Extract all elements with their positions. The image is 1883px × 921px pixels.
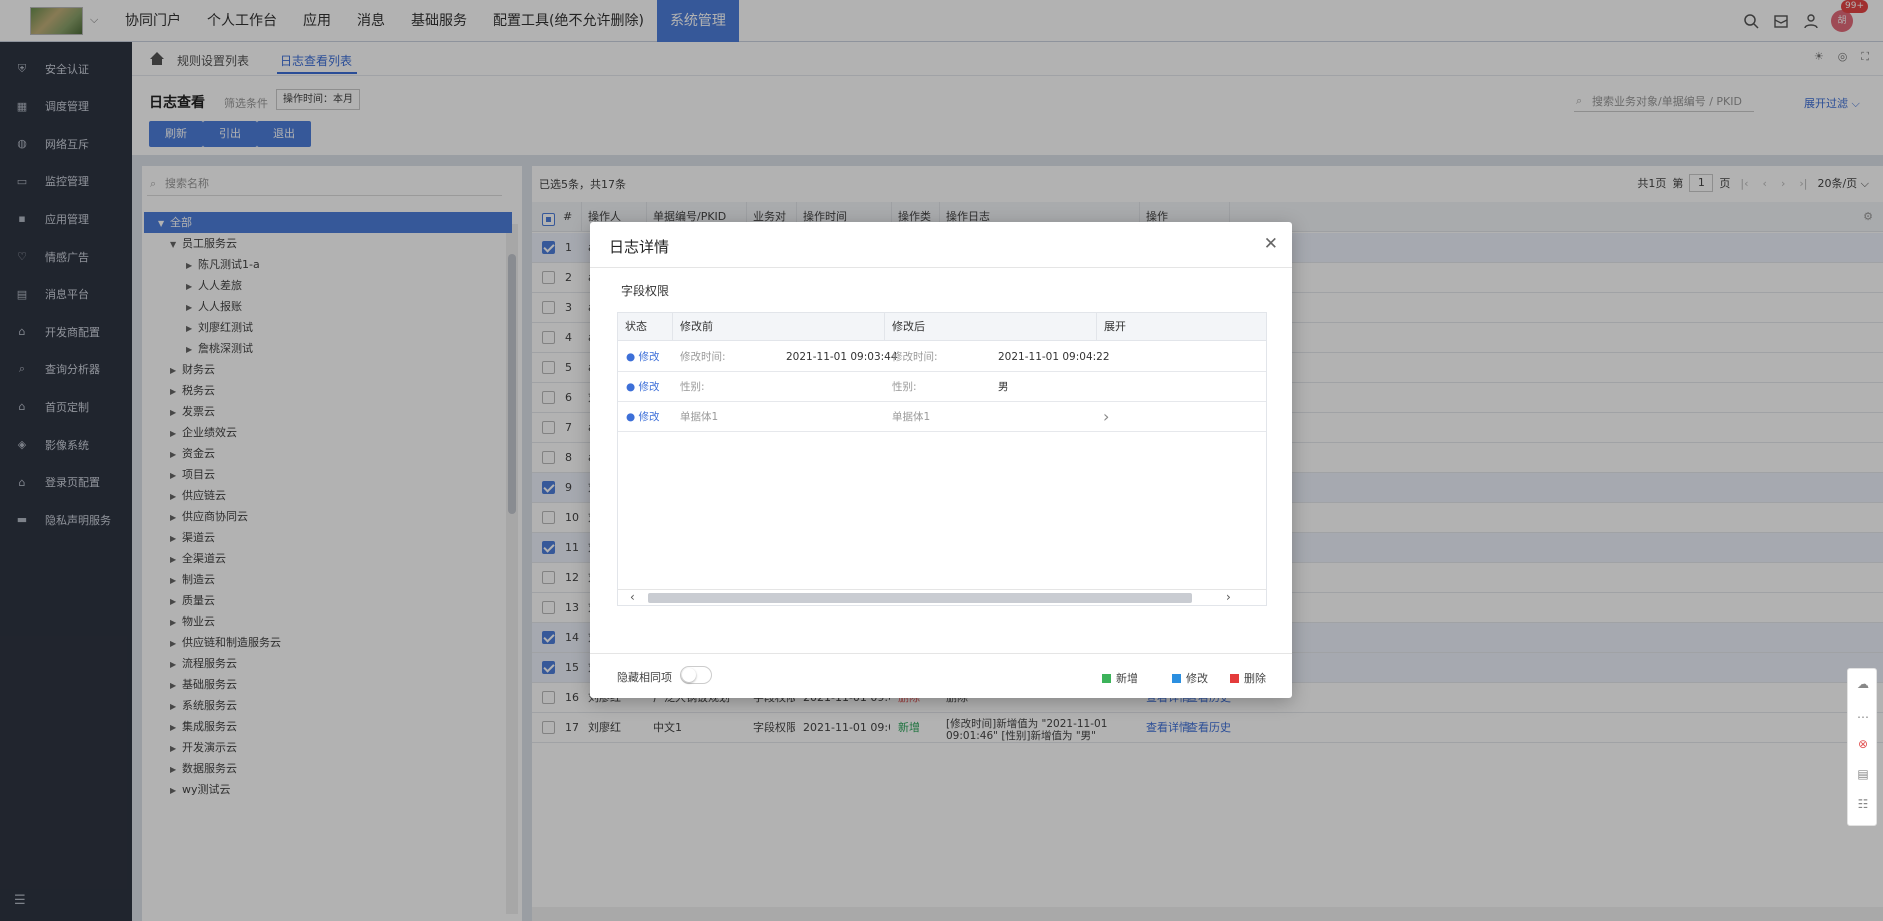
change-table-hscrollbar[interactable]: ‹ › bbox=[618, 589, 1266, 605]
before-label: 单据体1 bbox=[680, 411, 719, 423]
col-after: 修改后 bbox=[885, 313, 1097, 341]
col-expand: 展开 bbox=[1104, 320, 1126, 333]
after-value: 男 bbox=[998, 381, 1009, 393]
scroll-left-icon[interactable]: ‹ bbox=[630, 590, 635, 604]
hide-same-label: 隐藏相同项 bbox=[617, 671, 672, 684]
after-label: 修改时间: bbox=[892, 351, 938, 363]
change-status-label: 修改 bbox=[638, 381, 660, 393]
legend-item: 删除 bbox=[1230, 670, 1266, 686]
legend-label: 新增 bbox=[1116, 672, 1138, 685]
col-status: 状态 bbox=[618, 313, 673, 341]
hide-same-toggle[interactable] bbox=[680, 666, 712, 684]
change-status-label: 修改 bbox=[638, 411, 660, 423]
legend-swatch bbox=[1172, 673, 1181, 683]
scroll-right-icon[interactable]: › bbox=[1226, 590, 1231, 604]
legend-swatch bbox=[1230, 673, 1239, 683]
close-circle-icon[interactable]: ⊗ bbox=[1855, 737, 1871, 753]
expand-chevron-icon[interactable]: › bbox=[1103, 402, 1109, 432]
divider bbox=[590, 653, 1292, 654]
change-status: ● 修改 bbox=[626, 351, 660, 363]
legend-label: 修改 bbox=[1186, 672, 1208, 685]
legend-item: 修改 bbox=[1172, 670, 1208, 686]
document-icon[interactable]: ▤ bbox=[1855, 767, 1871, 783]
list-icon[interactable]: ☷ bbox=[1855, 797, 1871, 813]
change-table-header: 状态 修改前 修改后 展开 bbox=[618, 313, 1266, 341]
legend-item: 新增 bbox=[1102, 670, 1138, 686]
chat-icon[interactable]: … bbox=[1855, 707, 1871, 723]
change-row: ● 修改 性别: 性别: 男 bbox=[618, 372, 1266, 402]
after-value: 2021-11-01 09:04:22 bbox=[998, 351, 1110, 363]
col-before: 修改前 bbox=[673, 313, 885, 341]
dialog-title: 日志详情 bbox=[609, 238, 670, 256]
after-label: 单据体1 bbox=[892, 411, 931, 423]
change-row: ● 修改 单据体1 单据体1 › bbox=[618, 402, 1266, 432]
change-table-scroll-thumb[interactable] bbox=[648, 593, 1192, 603]
change-status: ● 修改 bbox=[626, 411, 660, 423]
change-row: ● 修改 修改时间: 2021-11-01 09:03:44 修改时间: 2021-11… bbox=[618, 342, 1266, 372]
section-title: 字段权限 bbox=[621, 284, 670, 298]
log-detail-dialog: 日志详情 ✕ 字段权限 状态 修改前 修改后 展开 ‹ › ● 修改 修改时间: 2… bbox=[590, 222, 1292, 698]
cloud-icon[interactable]: ☁ bbox=[1855, 677, 1871, 693]
divider bbox=[590, 267, 1292, 268]
legend-label: 删除 bbox=[1244, 672, 1266, 685]
close-icon[interactable]: ✕ bbox=[1264, 234, 1278, 254]
change-table: 状态 修改前 修改后 展开 ‹ › ● 修改 修改时间: 2021-11-01 09… bbox=[617, 312, 1267, 606]
legend-swatch bbox=[1102, 673, 1111, 683]
after-label: 性别: bbox=[892, 381, 917, 393]
change-status: ● 修改 bbox=[626, 381, 660, 393]
change-status-label: 修改 bbox=[638, 351, 660, 363]
before-value: 2021-11-01 09:03:44 bbox=[786, 351, 898, 363]
floating-toolbar: ☁ … ⊗ ▤ ☷ bbox=[1847, 668, 1877, 826]
before-label: 修改时间: bbox=[680, 351, 726, 363]
before-label: 性别: bbox=[680, 381, 705, 393]
